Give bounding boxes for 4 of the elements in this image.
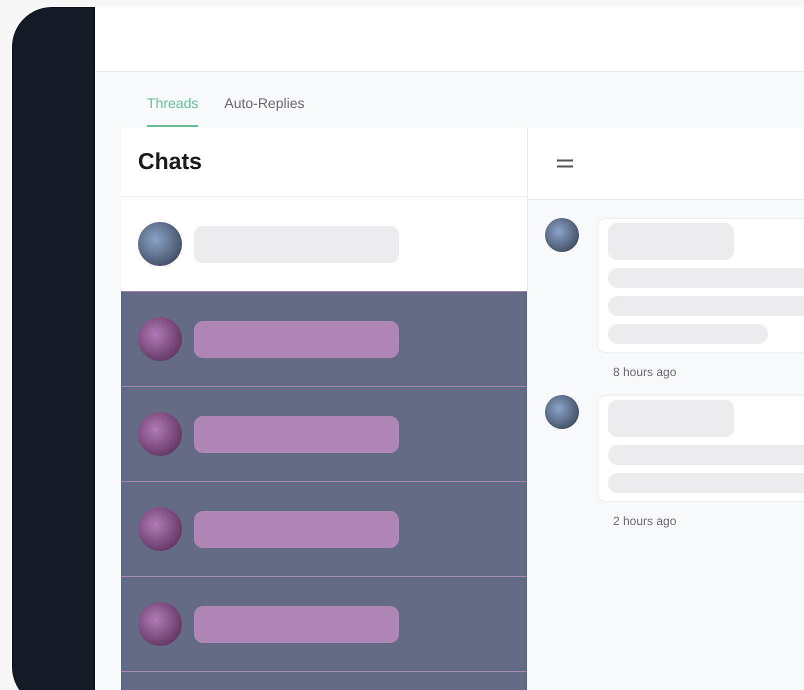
tab[interactable]: Auto-Replies [224,95,305,127]
panel-title: Chats [138,148,202,175]
timestamp: 2 hours ago [612,514,678,528]
timestamp: 8 hours ago [612,365,678,379]
